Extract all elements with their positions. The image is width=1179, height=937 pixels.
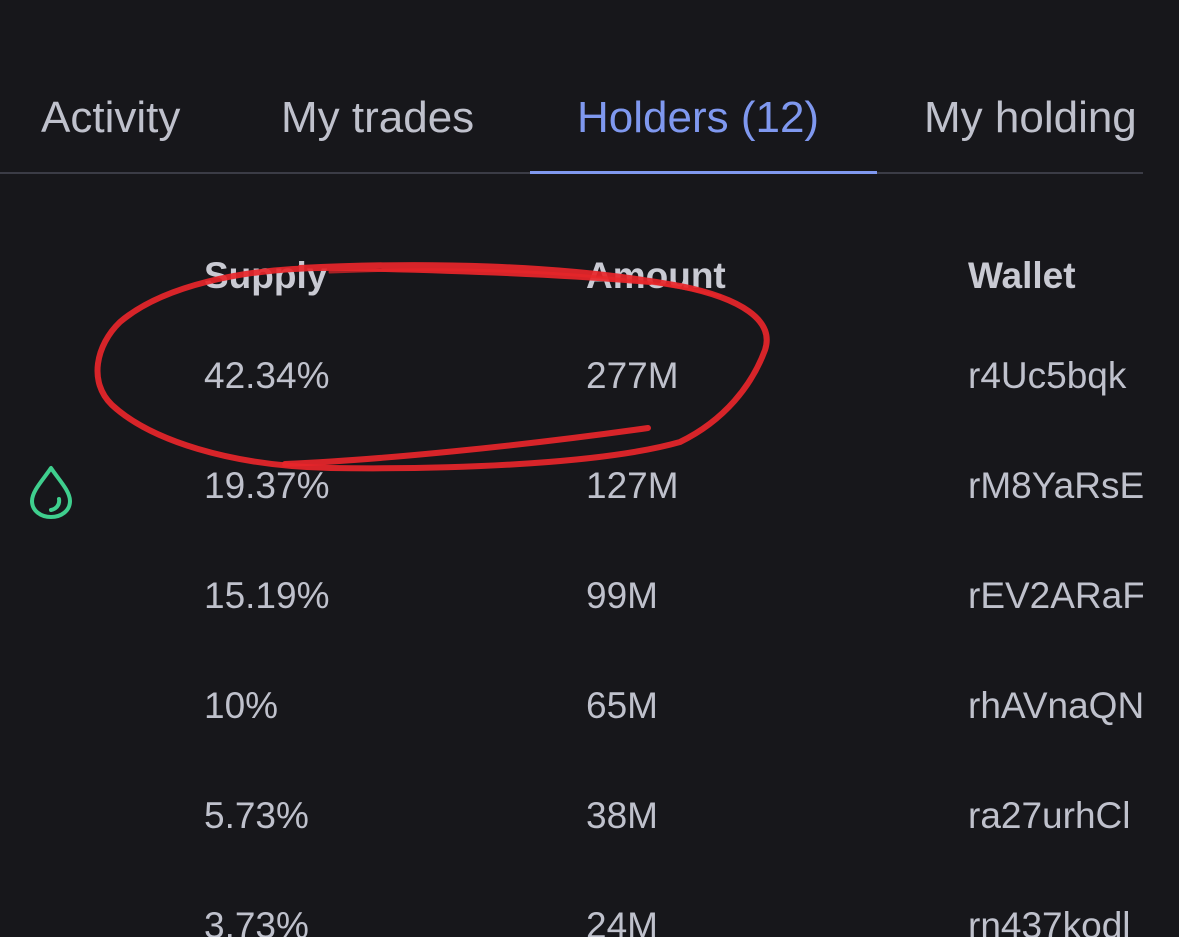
amount-cell: 38M <box>586 795 658 836</box>
table-row[interactable]: 5.73% 38M ra27urhCl <box>0 794 1143 854</box>
table-row[interactable]: 42.34% 277M r4Uc5bqk <box>0 354 1143 414</box>
tab-my-trades[interactable]: My trades <box>281 92 474 144</box>
amount-cell: 65M <box>586 685 658 726</box>
table-row[interactable]: 3.73% 24M rn437kodl <box>0 904 1143 937</box>
amount-cell: 127M <box>586 465 679 506</box>
wallet-cell[interactable]: rhAVnaQN <box>968 684 1143 728</box>
amount-cell: 277M <box>586 355 679 396</box>
column-header-amount[interactable]: Amount <box>586 254 726 298</box>
supply-cell: 10% <box>204 685 279 726</box>
table-row[interactable]: 10% 65M rhAVnaQN <box>0 684 1143 744</box>
supply-cell: 19.37% <box>204 465 330 506</box>
wallet-cell[interactable]: rEV2ARaF <box>968 574 1143 618</box>
column-header-wallet[interactable]: Wallet <box>968 254 1076 298</box>
holders-table: Supply Amount Wallet 42.34% 277M r4Uc5bq… <box>0 174 1143 937</box>
amount-cell: 99M <box>586 575 658 616</box>
supply-cell: 15.19% <box>204 575 330 616</box>
table-row[interactable]: 19.37% 127M rM8YaRsE <box>0 464 1143 524</box>
wallet-cell[interactable]: rn437kodl <box>968 904 1143 937</box>
supply-cell: 3.73% <box>204 905 309 937</box>
supply-cell: 42.34% <box>204 355 330 396</box>
water-drop-icon <box>30 466 72 519</box>
column-header-supply[interactable]: Supply <box>204 254 327 298</box>
wallet-cell[interactable]: ra27urhCl <box>968 794 1143 838</box>
table-row[interactable]: 15.19% 99M rEV2ARaF <box>0 574 1143 634</box>
holders-screen: Activity My trades Holders (12) My holdi… <box>0 0 1179 937</box>
amount-cell: 24M <box>586 905 658 937</box>
supply-cell: 5.73% <box>204 795 309 836</box>
tab-bar: Activity My trades Holders (12) My holdi… <box>0 0 1143 174</box>
tab-my-holdings[interactable]: My holding <box>924 92 1137 144</box>
wallet-cell[interactable]: r4Uc5bqk <box>968 354 1143 398</box>
tab-holders[interactable]: Holders (12) <box>577 92 819 144</box>
wallet-cell[interactable]: rM8YaRsE <box>968 464 1143 508</box>
tab-activity[interactable]: Activity <box>41 92 180 144</box>
